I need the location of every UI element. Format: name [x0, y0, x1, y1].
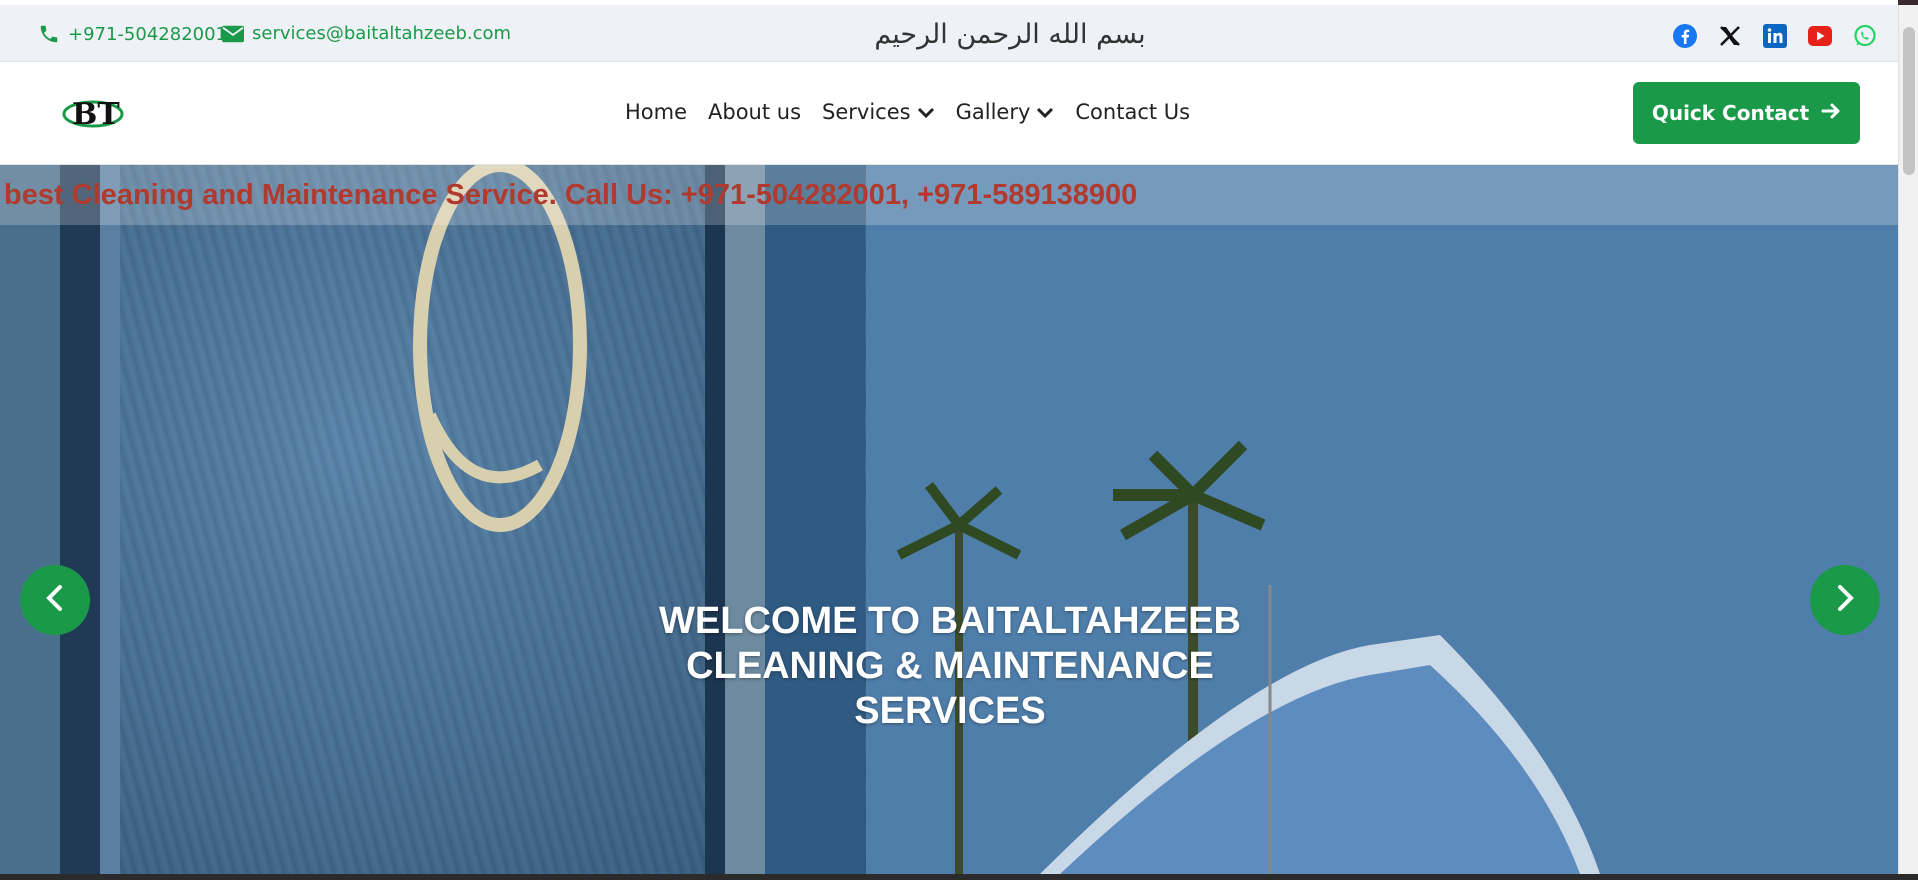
quick-contact-label: Quick Contact — [1651, 101, 1810, 125]
nav-about[interactable]: About us — [708, 100, 801, 124]
chevron-down-icon — [917, 100, 935, 124]
arrow-right-icon — [1821, 101, 1841, 125]
company-logo[interactable]: BT — [62, 94, 124, 132]
nav-about-label: About us — [708, 100, 802, 124]
whatsapp-icon[interactable] — [1852, 23, 1878, 49]
main-navbar: BT Home About us Services Gallery Contac… — [0, 62, 1898, 165]
chevron-down-icon — [1036, 100, 1054, 124]
nav-services[interactable]: Services — [822, 100, 935, 124]
nav-contact-label: Contact Us — [1075, 100, 1191, 124]
slider-prev-button[interactable] — [20, 565, 90, 635]
nav-contact[interactable]: Contact Us — [1075, 100, 1190, 124]
hero-title: WELCOME TO BAITALTAHZEEB CLEANING & MAIN… — [659, 600, 1241, 732]
hero-slider: best Cleaning and Maintenance Service. C… — [0, 165, 1898, 874]
bismillah-text: بسم الله الرحمن الرحيم — [874, 19, 1146, 50]
scrollbar-thumb[interactable] — [1903, 27, 1915, 175]
linkedin-icon[interactable] — [1762, 23, 1788, 49]
nav-services-label: Services — [822, 100, 911, 124]
youtube-icon[interactable] — [1807, 23, 1833, 49]
page-scrollbar[interactable] — [1898, 5, 1918, 874]
chevron-right-icon — [1832, 583, 1858, 618]
page: +971-504282001 services@baitaltahzeeb.co… — [0, 0, 1898, 874]
social-links — [1672, 23, 1878, 49]
nav-home-label: Home — [625, 100, 688, 124]
browser-bottom-strip — [0, 874, 1918, 880]
main-menu: Home About us Services Gallery Contact U… — [625, 100, 1190, 124]
hero-background-image — [0, 165, 1898, 874]
svg-text:BT: BT — [72, 97, 120, 132]
chevron-left-icon — [42, 583, 68, 618]
nav-gallery[interactable]: Gallery — [956, 100, 1055, 124]
top-contact-bar: +971-504282001 services@baitaltahzeeb.co… — [0, 5, 1898, 62]
marquee-ticker: best Cleaning and Maintenance Service. C… — [4, 179, 1138, 211]
nav-home[interactable]: Home — [625, 100, 687, 124]
slider-next-button[interactable] — [1810, 565, 1880, 635]
x-icon[interactable] — [1717, 23, 1743, 49]
facebook-icon[interactable] — [1672, 23, 1698, 49]
nav-gallery-label: Gallery — [955, 100, 1031, 124]
quick-contact-button[interactable]: Quick Contact — [1633, 82, 1860, 144]
